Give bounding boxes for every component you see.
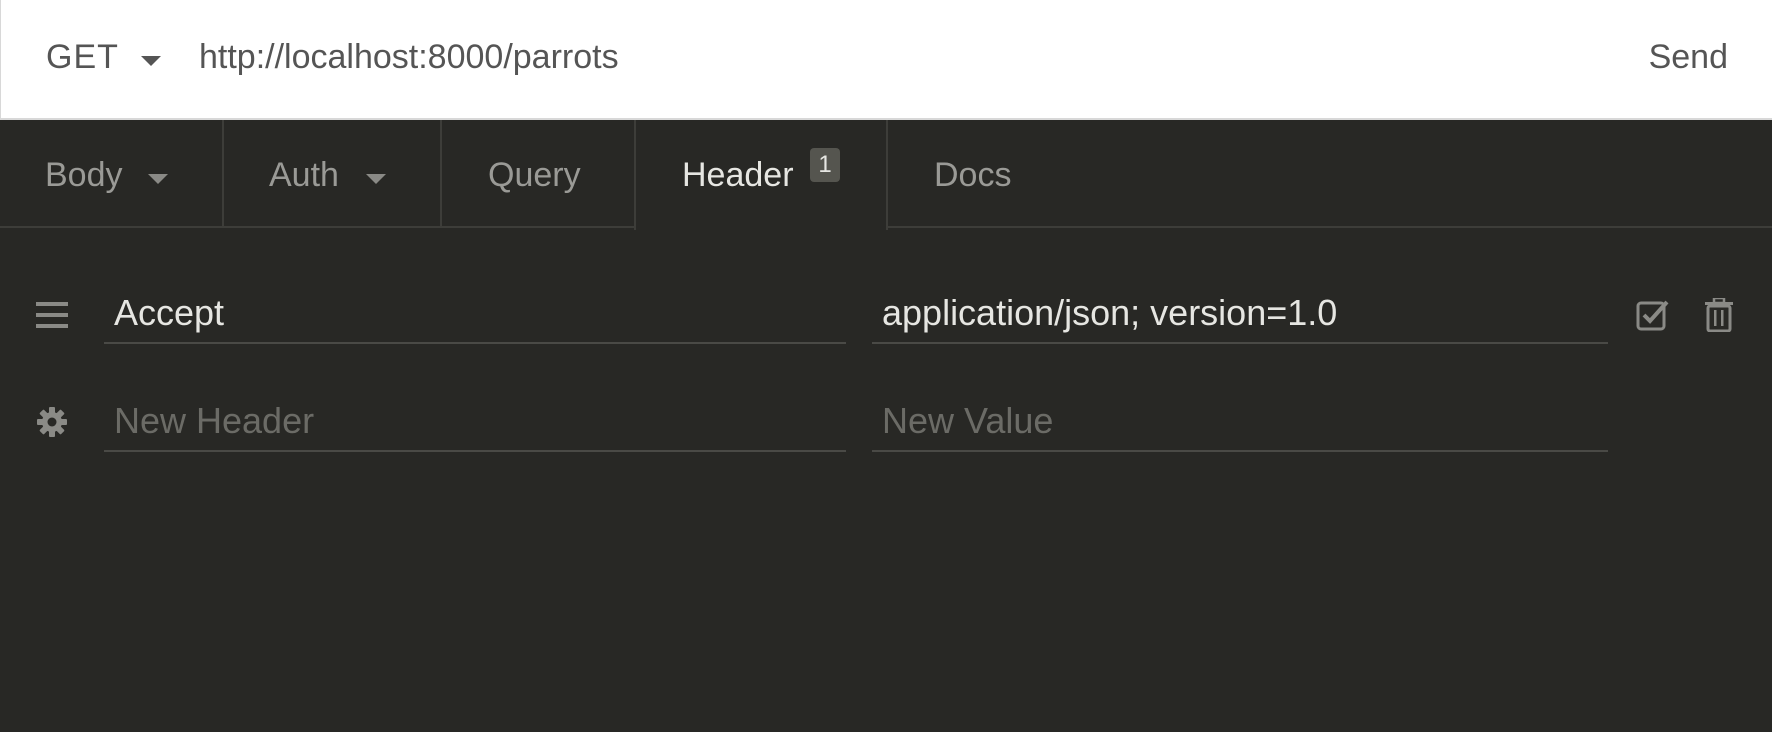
tab-header[interactable]: Header 1 <box>634 120 888 230</box>
new-header-value-input[interactable] <box>872 392 1608 450</box>
tab-label: Auth <box>269 156 339 194</box>
method-dropdown[interactable]: GET <box>46 38 119 77</box>
url-bar: GET Send <box>0 0 1772 120</box>
tab-docs[interactable]: Docs <box>888 120 1068 228</box>
tab-label: Header <box>682 156 794 194</box>
tab-auth[interactable]: Auth <box>224 120 442 228</box>
tab-label: Docs <box>934 156 1012 194</box>
count-badge: 1 <box>810 148 840 182</box>
header-value-field <box>872 284 1608 344</box>
chevron-down-icon[interactable] <box>141 56 161 66</box>
chevron-down-icon[interactable] <box>148 174 168 184</box>
header-name-input[interactable] <box>104 284 846 342</box>
tab-body[interactable]: Body <box>0 120 224 228</box>
new-header-name-field <box>104 392 846 452</box>
header-value-input[interactable] <box>872 284 1608 342</box>
chevron-down-icon[interactable] <box>366 174 386 184</box>
trash-icon[interactable] <box>1704 296 1734 337</box>
checkbox-checked-icon[interactable] <box>1636 298 1670 337</box>
url-input[interactable] <box>199 38 1599 77</box>
gear-icon[interactable] <box>36 406 68 443</box>
new-header-name-input[interactable] <box>104 392 846 450</box>
hamburger-icon[interactable] <box>36 300 68 335</box>
tab-label: Body <box>45 156 123 194</box>
tab-query[interactable]: Query <box>442 120 634 228</box>
new-header-value-field <box>872 392 1608 452</box>
header-name-field <box>104 284 846 344</box>
tab-label: Query <box>488 156 581 194</box>
send-button[interactable]: Send <box>1649 38 1728 77</box>
